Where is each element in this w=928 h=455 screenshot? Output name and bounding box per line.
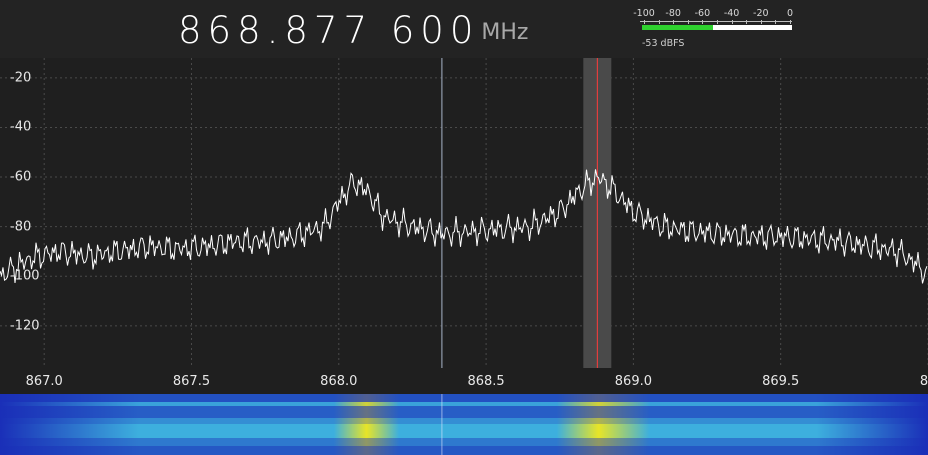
frequency-display[interactable]: 868.877 600 MHz (178, 4, 528, 54)
meter-scale-label: 0 (786, 8, 794, 19)
frequency-unit: MHz (481, 20, 529, 45)
meter-tick (673, 20, 675, 24)
meter-scale-label: -60 (694, 8, 711, 19)
x-tick-label: 867.0 (25, 374, 63, 389)
waterfall-band (0, 438, 928, 446)
y-tick-label: -60 (10, 169, 32, 185)
meter-bar (642, 25, 792, 30)
meter-tick (644, 20, 645, 24)
x-tick-label: 868.0 (320, 374, 358, 389)
meter-tick (702, 20, 704, 24)
signal-level-meter: -100 -80 -60 -40 -20 0 -53 dBFS (632, 6, 798, 54)
meter-tick (746, 20, 748, 24)
waterfall-band (0, 418, 928, 424)
waterfall-band (0, 406, 928, 418)
y-tick-label: -80 (10, 219, 32, 235)
y-tick-label: -120 (10, 318, 40, 334)
meter-scale-line (640, 21, 792, 22)
meter-tick (717, 20, 718, 24)
waterfall-band (0, 402, 928, 406)
meter-tick (790, 20, 791, 24)
meter-scale-label: -40 (723, 8, 740, 19)
waterfall-band (0, 424, 928, 438)
y-tick-label: -20 (10, 70, 32, 86)
y-tick-label: -40 (10, 119, 32, 135)
x-tick-label: 867.5 (172, 374, 211, 389)
meter-tick (658, 20, 660, 24)
x-tick-label: 869.0 (614, 374, 652, 389)
waterfall-canvas[interactable] (0, 394, 928, 455)
meter-tick (760, 20, 762, 24)
meter-tick (775, 20, 777, 24)
x-tick-label: 868.5 (467, 374, 505, 389)
spectrum-trace (0, 169, 928, 284)
meter-bar-fill (642, 25, 713, 30)
y-tick-label: -100 (10, 268, 40, 284)
meter-tick (731, 20, 733, 24)
waterfall-display[interactable] (0, 394, 928, 455)
spectrum-canvas[interactable] (0, 58, 928, 394)
sdr-receiver-window: 868.877 600 MHz -100 -80 -60 -40 -20 0 -… (0, 0, 928, 455)
header-bar: 868.877 600 MHz -100 -80 -60 -40 -20 0 -… (0, 0, 928, 58)
meter-scale-label: -20 (753, 8, 769, 19)
frequency-value[interactable]: 868.877 600 (178, 8, 479, 54)
meter-tick (687, 20, 689, 24)
waterfall-band (0, 446, 928, 455)
x-tick-label: 869.5 (762, 374, 800, 389)
waterfall-band (0, 394, 928, 402)
meter-readout: -53 dBFS (642, 38, 685, 49)
meter-scale-label: -100 (633, 8, 655, 19)
x-tick-label: 8 (919, 374, 928, 389)
spectrum-plot[interactable]: -20 -40 -60 -80 -100 -120 867.0 867.5 86… (0, 58, 928, 394)
meter-scale-label: -80 (665, 8, 681, 19)
